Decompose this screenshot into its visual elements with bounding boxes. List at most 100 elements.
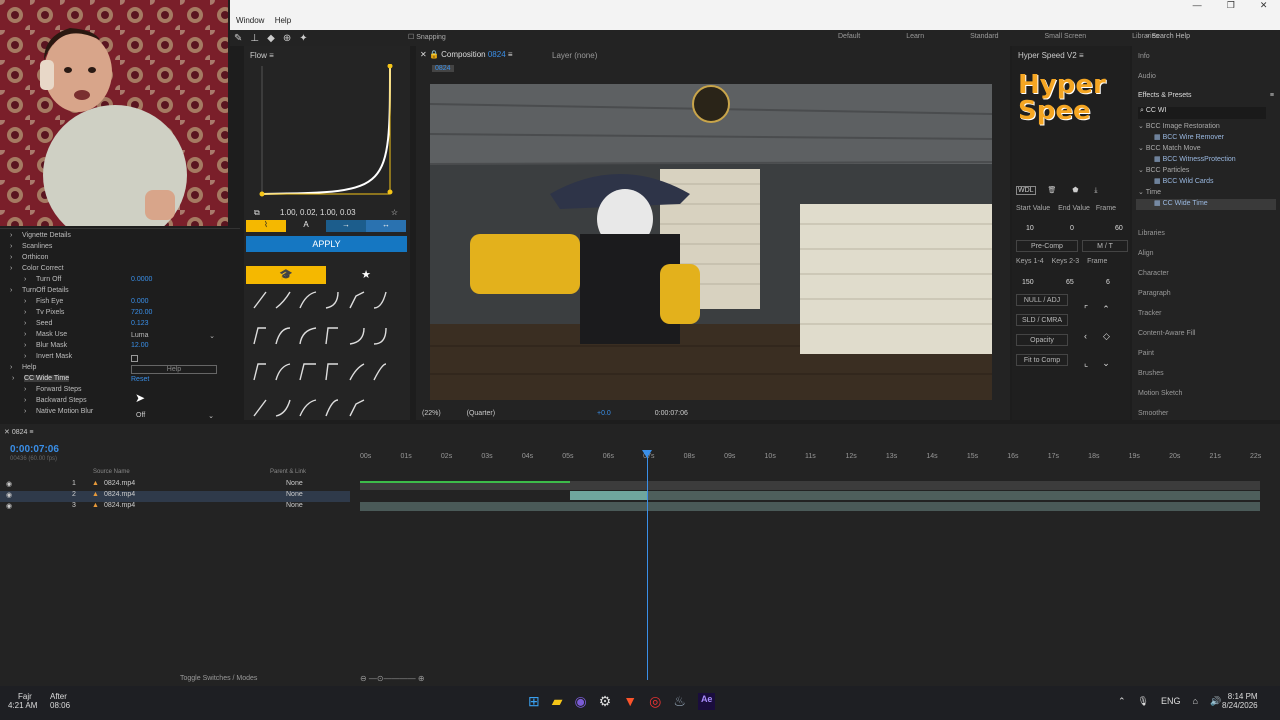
visibility-icon[interactable]: ◉: [6, 491, 12, 499]
menu-icon[interactable]: ≡: [1270, 92, 1274, 99]
fx-row[interactable]: › Vignette Details: [0, 232, 240, 243]
workspace-standard[interactable]: Standard: [970, 33, 998, 40]
panel-tab[interactable]: Paint: [1138, 350, 1278, 370]
parent-dropdown[interactable]: None: [286, 480, 303, 487]
twirl-icon[interactable]: ›: [24, 298, 26, 305]
panel-tab[interactable]: Motion Sketch: [1138, 390, 1278, 410]
effect-item[interactable]: ▦ BCC Wire Remover: [1136, 133, 1276, 144]
text-button[interactable]: A: [286, 220, 326, 232]
search-help-field[interactable]: ⌕ Search Help: [1146, 33, 1190, 41]
twirl-icon[interactable]: ›: [24, 342, 26, 349]
pen-tool-icon[interactable]: ✎: [234, 33, 242, 44]
fx-row[interactable]: › Scanlines: [0, 243, 240, 254]
roto-tool-icon[interactable]: ⊕: [283, 33, 291, 44]
effect-category[interactable]: ⌄ BCC Match Move: [1136, 144, 1276, 155]
fx-row[interactable]: › Color Correct: [0, 265, 240, 276]
effect-item[interactable]: ▦ BCC Wild Cards: [1136, 177, 1276, 188]
clock[interactable]: 8:14 PM 8/24/2026: [1222, 692, 1258, 710]
flow-presets-grid[interactable]: [246, 288, 402, 418]
panel-tab[interactable]: Libraries: [1138, 230, 1278, 250]
twirl-icon[interactable]: ›: [10, 243, 12, 250]
timeline-tab[interactable]: ✕ 0824 ≡: [4, 428, 33, 436]
toggle-switches-modes[interactable]: Toggle Switches / Modes: [180, 675, 257, 682]
fx-row[interactable]: › Blur Mask 12.00: [0, 342, 240, 353]
chevron-up-icon[interactable]: ⌃: [1118, 696, 1126, 707]
fx-row[interactable]: › TurnOff Details: [0, 287, 240, 298]
fx-row-value[interactable]: 0.123: [131, 320, 149, 327]
playhead[interactable]: [647, 452, 648, 680]
mt-button[interactable]: M / T: [1082, 240, 1128, 252]
visibility-icon[interactable]: ◉: [6, 502, 12, 510]
after-effects-icon[interactable]: Ae: [697, 693, 716, 710]
arrow-left-icon[interactable]: ‹: [1084, 331, 1087, 341]
fx-row-value[interactable]: 0.000: [131, 298, 149, 305]
apply-button[interactable]: APPLY: [246, 236, 407, 252]
info-tab[interactable]: Info: [1138, 53, 1150, 60]
twirl-icon[interactable]: ›: [24, 309, 26, 316]
parent-dropdown[interactable]: None: [286, 502, 303, 509]
speaker-icon[interactable]: 🔊: [1210, 696, 1221, 707]
layer-name[interactable]: 0824.mp4: [104, 502, 135, 509]
composition-tab[interactable]: ✕ 🔒 Composition 0824 ≡: [420, 50, 513, 59]
settings-icon[interactable]: ⚙: [599, 693, 612, 710]
parent-dropdown[interactable]: None: [286, 491, 303, 498]
audio-tab[interactable]: Audio: [1138, 73, 1156, 80]
fx-row[interactable]: › Turn Off 0.0000: [0, 276, 240, 287]
corner-up-icon[interactable]: ⌜: [1084, 304, 1088, 314]
download-icon[interactable]: ⤓: [1094, 187, 1097, 194]
start-value-input[interactable]: 10: [1026, 225, 1034, 232]
chrome-icon[interactable]: ◎: [649, 693, 661, 710]
language-indicator[interactable]: ENG: [1161, 696, 1181, 707]
minimize-icon[interactable]: —: [1193, 0, 1202, 14]
fx-row-value[interactable]: 12.00: [131, 342, 149, 349]
network-icon[interactable]: ⌂: [1193, 696, 1198, 707]
twirl-icon[interactable]: ›: [10, 232, 12, 239]
panel-tab[interactable]: Align: [1138, 250, 1278, 270]
effects-search-input[interactable]: ⌕ CC WI: [1138, 107, 1266, 119]
copy-icon[interactable]: ⧉: [254, 208, 260, 217]
layer-2-bar[interactable]: [570, 491, 1260, 500]
menu-window[interactable]: Window: [232, 14, 268, 27]
easing-button[interactable]: ⌇: [246, 220, 286, 232]
snapping-checkbox[interactable]: ☐ Snapping: [408, 33, 446, 41]
fx-row[interactable]: › Orthicon: [0, 254, 240, 265]
end-value-input[interactable]: 0: [1070, 225, 1074, 232]
twirl-icon[interactable]: ›: [24, 353, 26, 360]
visibility-icon[interactable]: ◉: [6, 480, 12, 488]
layer-name[interactable]: 0824.mp4: [104, 491, 135, 498]
help-button[interactable]: Help: [131, 365, 217, 374]
twirl-icon[interactable]: ›: [24, 276, 26, 283]
menu-icon[interactable]: ≡: [508, 50, 513, 59]
restore-icon[interactable]: ❐: [1227, 0, 1235, 14]
corner-down-icon[interactable]: ⌞: [1084, 358, 1088, 368]
panel-tab[interactable]: Tracker: [1138, 310, 1278, 330]
workspace-small-screen[interactable]: Small Screen: [1045, 33, 1087, 40]
favorites-tab[interactable]: ★: [326, 266, 406, 284]
twirl-icon[interactable]: ›: [10, 265, 12, 272]
fx-row[interactable]: › Tv Pixels 720.00: [0, 309, 240, 320]
exposure-value[interactable]: +0.0: [597, 410, 611, 417]
center-icon[interactable]: ◇: [1103, 331, 1110, 341]
precomp-button[interactable]: Pre-Comp: [1016, 240, 1078, 252]
frame-input[interactable]: 60: [1115, 225, 1123, 232]
twirl-icon[interactable]: ›: [10, 364, 12, 371]
fx-row[interactable]: › Backward Steps: [0, 397, 240, 408]
timeline-ruler[interactable]: 00s 01s 02s 03s 04s 05s 06s 07s 08s 09s 10s 11s 12s 1…: [356, 448, 1266, 470]
sld-cmra-button[interactable]: SLD / CMRA: [1016, 314, 1068, 326]
flow-curve-editor[interactable]: [248, 64, 404, 204]
eraser-tool-icon[interactable]: ◆: [267, 33, 275, 44]
native-motion-blur-dropdown[interactable]: Off ⌄: [136, 412, 216, 420]
workspace-learn[interactable]: Learn: [906, 33, 924, 40]
comp-breadcrumb[interactable]: 0824: [432, 65, 454, 72]
marker-icon[interactable]: ⬟: [1072, 187, 1078, 194]
twirl-icon[interactable]: ›: [24, 320, 26, 327]
brave-icon[interactable]: ▼: [623, 693, 637, 710]
fx-row-value[interactable]: 0.0000: [131, 276, 152, 283]
twirl-icon[interactable]: ›: [24, 386, 26, 393]
workspace-default[interactable]: Default: [838, 33, 860, 40]
zoom-slider[interactable]: ⊖ —⊙———— ⊕: [360, 674, 425, 683]
timeline-timecode[interactable]: 0:00:07:06: [10, 444, 59, 455]
puppet-tool-icon[interactable]: ✦: [299, 33, 307, 44]
opacity-button[interactable]: Opacity: [1016, 334, 1068, 346]
stamp-tool-icon[interactable]: ⊥: [250, 33, 259, 44]
